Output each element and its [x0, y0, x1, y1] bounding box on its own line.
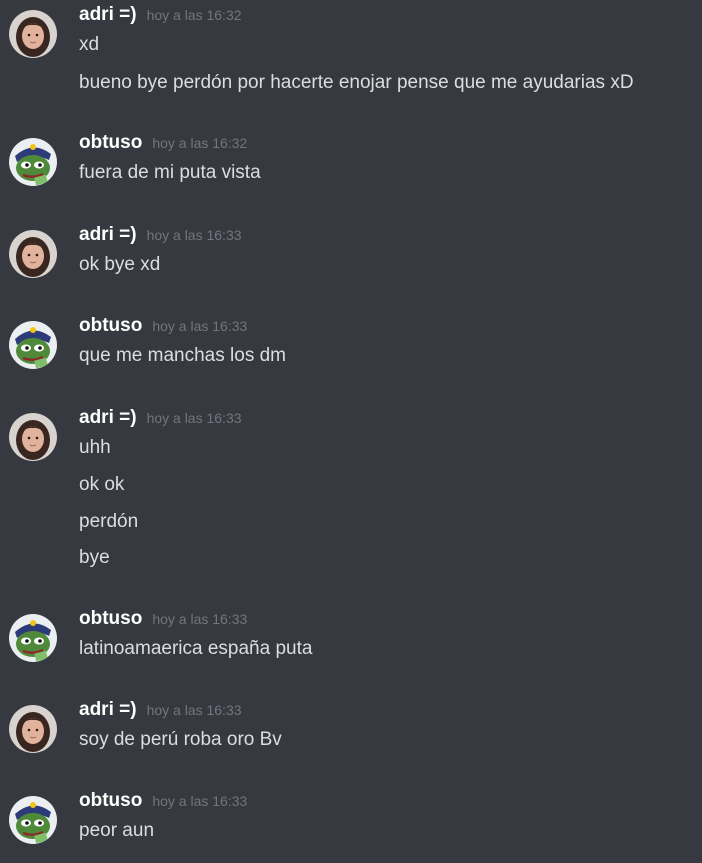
girl-avatar-icon[interactable]	[9, 10, 57, 58]
message-text: uhh	[79, 437, 111, 458]
message-header: adri =) hoy a las 16:33	[79, 407, 242, 431]
message-header: adri =) hoy a las 16:33	[79, 224, 242, 248]
username[interactable]: adri =)	[79, 407, 137, 428]
username[interactable]: obtuso	[79, 608, 142, 629]
message-header: adri =) hoy a las 16:33	[79, 699, 242, 723]
girl-avatar-icon[interactable]	[9, 705, 57, 753]
message-text: xd	[79, 34, 100, 55]
message-text: fuera de mi puta vista	[79, 162, 261, 183]
timestamp: hoy a las 16:33	[152, 611, 248, 627]
message-text: bye	[79, 547, 110, 568]
message-header: obtuso hoy a las 16:33	[79, 608, 247, 632]
pepe-frog-avatar-icon[interactable]	[9, 138, 57, 186]
username[interactable]: obtuso	[79, 132, 142, 153]
timestamp: hoy a las 16:33	[152, 318, 248, 334]
username[interactable]: adri =)	[79, 224, 137, 245]
pepe-frog-avatar-icon[interactable]	[9, 614, 57, 662]
timestamp: hoy a las 16:33	[146, 702, 242, 718]
pepe-frog-avatar-icon[interactable]	[9, 796, 57, 844]
message-header: obtuso hoy a las 16:33	[79, 315, 247, 339]
chat-message-list: adri =) hoy a las 16:32 xd bueno bye perd…	[0, 0, 702, 863]
username[interactable]: obtuso	[79, 315, 142, 336]
pepe-frog-avatar-icon[interactable]	[9, 321, 57, 369]
girl-avatar-icon[interactable]	[9, 230, 57, 278]
message-text: bueno bye perdón por hacerte enojar pens…	[79, 72, 634, 93]
message-text: soy de perú roba oro Bv	[79, 729, 282, 750]
message-text: perdón	[79, 511, 139, 532]
username[interactable]: adri =)	[79, 4, 137, 25]
message-text: ok ok	[79, 474, 125, 495]
message-header: obtuso hoy a las 16:32	[79, 132, 247, 156]
timestamp: hoy a las 16:33	[152, 793, 248, 809]
girl-avatar-icon[interactable]	[9, 413, 57, 461]
message-header: adri =) hoy a las 16:32	[79, 4, 242, 28]
timestamp: hoy a las 16:32	[152, 135, 248, 151]
timestamp: hoy a las 16:33	[146, 410, 242, 426]
message-text: que me manchas los dm	[79, 345, 286, 366]
username[interactable]: obtuso	[79, 790, 142, 811]
message-text: ok bye xd	[79, 254, 161, 275]
timestamp: hoy a las 16:33	[146, 227, 242, 243]
message-text: latinoamaerica españa puta	[79, 638, 313, 659]
message-header: obtuso hoy a las 16:33	[79, 790, 247, 814]
username[interactable]: adri =)	[79, 699, 137, 720]
timestamp: hoy a las 16:32	[146, 7, 242, 23]
message-text: peor aun	[79, 820, 155, 841]
